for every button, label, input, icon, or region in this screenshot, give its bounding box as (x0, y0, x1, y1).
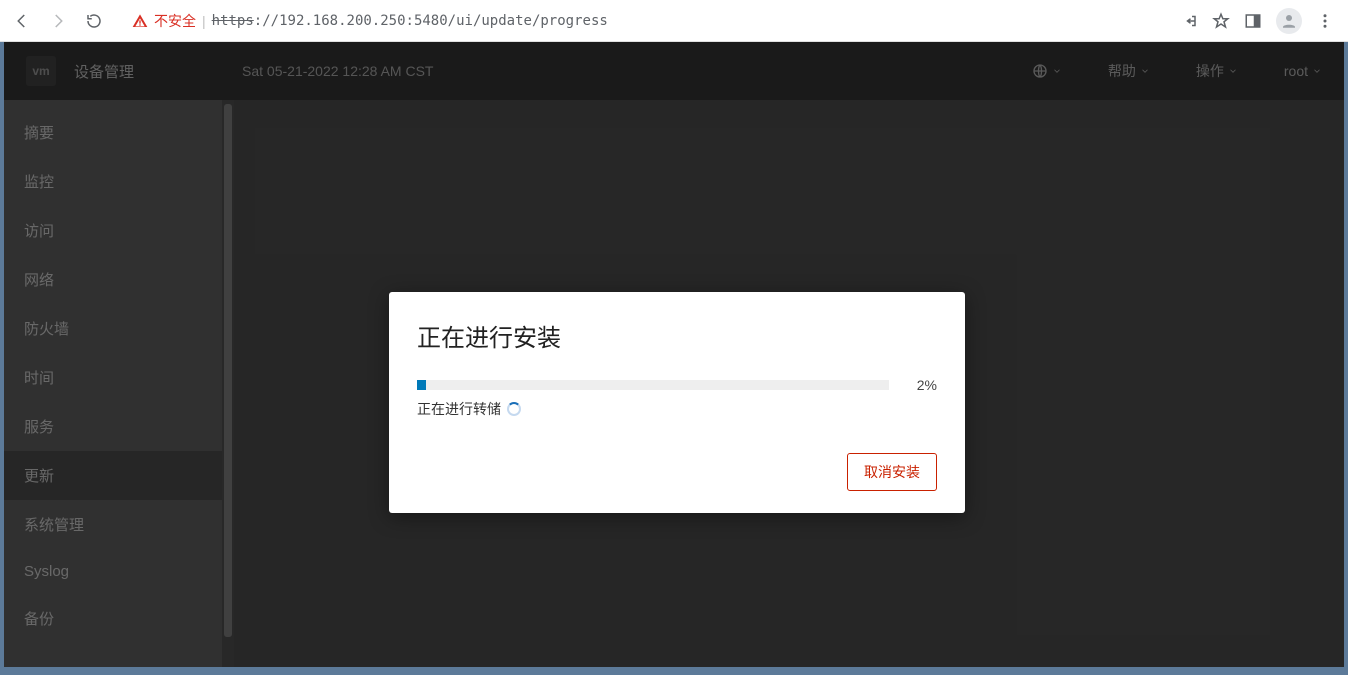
help-label: 帮助 (1108, 61, 1136, 81)
chevron-down-icon (1052, 66, 1062, 76)
sidebar-item[interactable]: 更新 (4, 451, 234, 500)
header-timestamp: Sat 05-21-2022 12:28 AM CST (242, 63, 433, 79)
sidebar-item[interactable]: 系统管理 (4, 500, 234, 549)
modal-footer: 取消安装 (417, 453, 937, 491)
progress-status: 正在进行转储 (417, 399, 937, 419)
language-menu[interactable] (1032, 63, 1062, 79)
actions-label: 操作 (1196, 61, 1224, 81)
sidebar-item[interactable]: 服务 (4, 402, 234, 451)
progress-bar (417, 380, 889, 390)
reload-button[interactable] (80, 7, 108, 35)
vmware-logo: vm (26, 56, 56, 86)
reload-icon (85, 12, 103, 30)
star-icon[interactable] (1212, 12, 1230, 30)
app-title: 设备管理 (74, 61, 134, 82)
not-secure-icon (132, 13, 148, 29)
progress-percent: 2% (907, 377, 937, 393)
spinner-icon (507, 402, 521, 416)
sidebar-scrollbar-thumb[interactable] (224, 104, 232, 637)
arrow-left-icon (13, 12, 31, 30)
browser-toolbar: 不安全 | https://192.168.200.250:5480/ui/up… (0, 0, 1348, 42)
browser-right-icons (1180, 8, 1340, 34)
app-header: vm 设备管理 Sat 05-21-2022 12:28 AM CST 帮助 操… (4, 42, 1344, 100)
chevron-down-icon (1228, 66, 1238, 76)
globe-icon (1032, 63, 1048, 79)
sidebar-item[interactable]: 时间 (4, 353, 234, 402)
sidebar-item[interactable]: 防火墙 (4, 304, 234, 353)
sidebar-item[interactable]: 监控 (4, 157, 234, 206)
sidebar: 摘要监控访问网络防火墙时间服务更新系统管理Syslog备份 (4, 100, 234, 667)
url-text: https://192.168.200.250:5480/ui/update/p… (212, 13, 608, 29)
not-secure-label: 不安全 (154, 11, 196, 31)
forward-button[interactable] (44, 7, 72, 35)
arrow-right-icon (49, 12, 67, 30)
person-icon (1280, 12, 1298, 30)
progress-status-text: 正在进行转储 (417, 399, 501, 419)
address-divider: | (202, 13, 206, 29)
sidebar-scrollbar[interactable] (222, 100, 234, 667)
panel-icon[interactable] (1244, 12, 1262, 30)
actions-menu[interactable]: 操作 (1196, 61, 1238, 81)
help-menu[interactable]: 帮助 (1108, 61, 1150, 81)
progress-fill (417, 380, 426, 390)
sidebar-item[interactable]: 访问 (4, 206, 234, 255)
profile-avatar[interactable] (1276, 8, 1302, 34)
kebab-menu-icon[interactable] (1316, 12, 1334, 30)
sidebar-item[interactable]: 摘要 (4, 108, 234, 157)
sidebar-item[interactable]: 网络 (4, 255, 234, 304)
cancel-install-button[interactable]: 取消安装 (847, 453, 937, 491)
chevron-down-icon (1312, 66, 1322, 76)
app-viewport: vm 设备管理 Sat 05-21-2022 12:28 AM CST 帮助 操… (4, 42, 1344, 667)
sidebar-item[interactable]: 备份 (4, 594, 234, 643)
user-label: root (1284, 63, 1308, 79)
back-button[interactable] (8, 7, 36, 35)
address-bar[interactable]: 不安全 | https://192.168.200.250:5480/ui/up… (120, 6, 1168, 36)
share-icon[interactable] (1180, 12, 1198, 30)
sidebar-item[interactable]: Syslog (4, 549, 234, 594)
user-menu[interactable]: root (1284, 63, 1322, 79)
chevron-down-icon (1140, 66, 1150, 76)
progress-row: 2% (417, 377, 937, 393)
modal-title: 正在进行安装 (417, 318, 937, 353)
install-progress-modal: 正在进行安装 2% 正在进行转储 取消安装 (389, 292, 965, 513)
